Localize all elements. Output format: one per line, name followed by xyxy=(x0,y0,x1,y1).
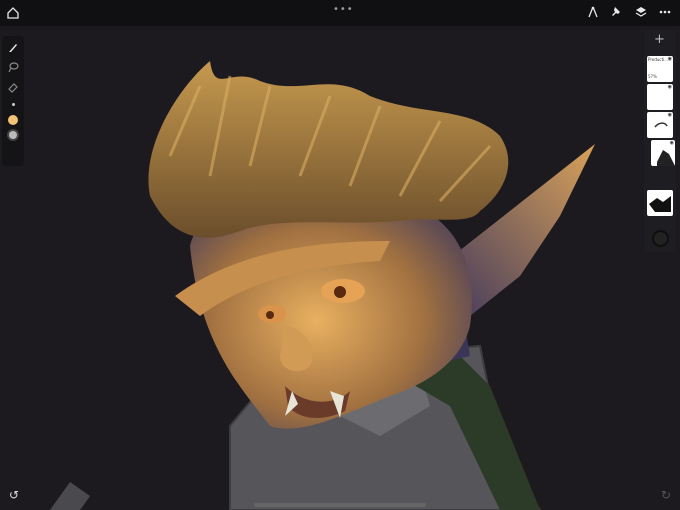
layer-thumb-2[interactable]: ◉ xyxy=(647,84,673,110)
left-tool-bar xyxy=(2,36,24,166)
ruler-compass-icon[interactable] xyxy=(586,5,600,19)
undo-button[interactable]: ↺ xyxy=(9,488,19,502)
home-icon[interactable] xyxy=(6,6,20,20)
eraser-icon xyxy=(8,83,18,93)
lasso-tool[interactable] xyxy=(6,60,20,74)
drawing-canvas[interactable] xyxy=(0,26,680,510)
layers-icon[interactable] xyxy=(634,5,648,19)
more-icon[interactable] xyxy=(658,5,672,19)
layer-thumb-5[interactable] xyxy=(647,190,673,216)
top-bar: ••• xyxy=(0,0,680,26)
add-layer-button[interactable]: + xyxy=(654,32,665,47)
left-pupil xyxy=(266,311,274,319)
hair-shape xyxy=(148,61,509,238)
layer-thumb-3[interactable]: ◉ xyxy=(647,112,673,138)
brush-size-indicator[interactable] xyxy=(11,103,15,106)
eraser-tool[interactable] xyxy=(6,80,20,94)
layer-thumb-4[interactable]: ◉ xyxy=(651,140,675,166)
hand-shape xyxy=(50,482,90,510)
top-drag-handle[interactable]: ••• xyxy=(333,4,354,15)
background-color-button[interactable] xyxy=(652,230,669,247)
eye-icon[interactable]: ◉ xyxy=(668,112,672,118)
layer-opacity: 57% xyxy=(648,74,657,79)
color-swatch[interactable] xyxy=(8,115,18,125)
layer-preview xyxy=(649,196,671,212)
home-indicator-bar xyxy=(254,503,426,507)
layer-thumb-1[interactable]: Producti... 57% ◉ xyxy=(647,56,673,82)
redo-button[interactable]: ↻ xyxy=(661,488,671,502)
brush-opacity-control[interactable] xyxy=(9,131,17,139)
lasso-icon xyxy=(8,62,19,73)
brush-icon xyxy=(9,44,17,52)
pin-icon[interactable] xyxy=(610,5,624,19)
eye-icon[interactable]: ◉ xyxy=(668,84,672,90)
layers-panel: + Producti... 57% ◉ ◉ ◉ ◉ ◉ xyxy=(644,30,676,252)
right-pupil xyxy=(334,286,346,298)
layer-name: Producti... xyxy=(648,57,669,62)
eye-icon[interactable]: ◉ xyxy=(668,56,672,62)
artwork xyxy=(50,61,595,510)
brush-tool[interactable] xyxy=(6,40,20,54)
eye-icon[interactable]: ◉ xyxy=(670,140,674,146)
